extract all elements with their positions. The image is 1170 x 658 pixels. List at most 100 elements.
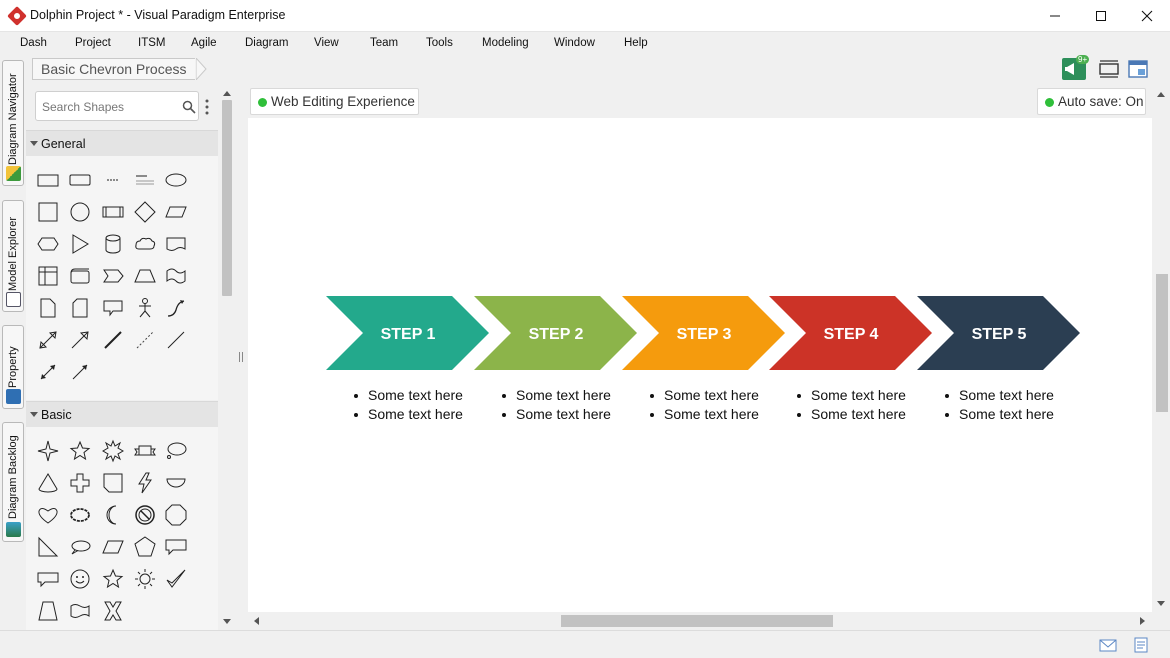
moon-shape-icon[interactable] [101, 503, 125, 527]
diagram-canvas[interactable]: STEP 1 STEP 2 STEP 3 STEP 4 STEP 5 Some … [248, 118, 1152, 612]
triangle-shape-icon[interactable] [68, 232, 92, 256]
menu-modeling[interactable]: Modeling [482, 37, 529, 49]
tab-model-explorer[interactable]: Model Explorer [2, 200, 24, 312]
step-3-text[interactable]: Some text here Some text here [644, 386, 784, 424]
thick-line-icon[interactable] [101, 328, 125, 352]
web-editing-chip[interactable]: Web Editing Experience [250, 88, 419, 115]
cross-shape-icon[interactable] [68, 471, 92, 495]
text-shape-icon[interactable] [101, 168, 125, 192]
step-5-chevron[interactable]: STEP 5 [917, 296, 1080, 370]
breadcrumb[interactable]: Basic Chevron Process [32, 58, 195, 80]
menu-agile[interactable]: Agile [191, 37, 217, 49]
panel-splitter[interactable] [234, 86, 248, 630]
no-symbol-icon[interactable] [133, 503, 157, 527]
menu-diagram[interactable]: Diagram [245, 37, 288, 49]
step-4-text[interactable]: Some text here Some text here [791, 386, 931, 424]
ribbon-shape-icon[interactable] [133, 439, 157, 463]
right-triangle-icon[interactable] [36, 535, 60, 559]
parallelogram-shape-icon[interactable] [164, 200, 188, 224]
lightning-bolt-icon[interactable] [133, 471, 157, 495]
search-shapes-input[interactable] [42, 98, 178, 116]
rect-callout-icon[interactable] [164, 535, 188, 559]
four-point-star-icon[interactable] [36, 439, 60, 463]
scrollbar-thumb[interactable] [1156, 274, 1168, 412]
trapezoid-shape-icon[interactable] [133, 264, 157, 288]
autosave-chip[interactable]: Auto save: On [1037, 88, 1146, 115]
notifications-button[interactable]: 9+ [1062, 55, 1090, 80]
step-2-chevron[interactable]: STEP 2 [474, 296, 637, 370]
line-callout-icon[interactable] [36, 567, 60, 591]
page-shape-icon[interactable] [36, 296, 60, 320]
menu-dash[interactable]: Dash [20, 37, 47, 49]
canvas-horizontal-scrollbar[interactable] [248, 612, 1152, 630]
scroll-up-icon[interactable] [1157, 92, 1165, 97]
step-1-chevron[interactable]: STEP 1 [326, 296, 489, 370]
cut-corner-shape-icon[interactable] [68, 296, 92, 320]
hexagon-shape-icon[interactable] [36, 232, 60, 256]
shapes-panel-scrollbar[interactable] [220, 86, 234, 630]
minimize-button[interactable] [1032, 0, 1078, 32]
callout-shape-icon[interactable] [101, 296, 125, 320]
star-shape-icon[interactable] [101, 567, 125, 591]
trapezoid-basic-icon[interactable] [36, 599, 60, 623]
process-shape-icon[interactable] [101, 200, 125, 224]
ellipse-shape-icon[interactable] [164, 168, 188, 192]
dashed-line-icon[interactable] [133, 328, 157, 352]
step-1-text[interactable]: Some text here Some text here [348, 386, 488, 424]
menu-view[interactable]: View [314, 37, 339, 49]
circle-shape-icon[interactable] [68, 200, 92, 224]
scrollbar-thumb[interactable] [561, 615, 833, 627]
scrollbar-thumb[interactable] [222, 100, 232, 296]
line-icon[interactable] [164, 328, 188, 352]
menu-tools[interactable]: Tools [426, 37, 453, 49]
notes-icon[interactable] [1132, 637, 1150, 653]
parallelogram-basic-icon[interactable] [101, 535, 125, 559]
burst-shape-icon[interactable] [101, 439, 125, 463]
menu-project[interactable]: Project [75, 37, 111, 49]
document-shape-icon[interactable] [164, 232, 188, 256]
tab-diagram-backlog[interactable]: Diagram Backlog [2, 422, 24, 542]
oval-callout-icon[interactable] [68, 535, 92, 559]
category-basic-header[interactable]: Basic [26, 401, 218, 427]
mail-icon[interactable] [1099, 637, 1117, 653]
half-circle-icon[interactable] [164, 471, 188, 495]
menu-help[interactable]: Help [624, 37, 648, 49]
menu-window[interactable]: Window [554, 37, 595, 49]
block-arrow-icon[interactable] [68, 328, 92, 352]
x-shape-icon[interactable] [101, 599, 125, 623]
double-arrow-icon[interactable] [36, 328, 60, 352]
heart-shape-icon[interactable] [36, 503, 60, 527]
table-shape-icon[interactable] [36, 264, 60, 288]
smiley-face-icon[interactable] [68, 567, 92, 591]
cone-shape-icon[interactable] [36, 471, 60, 495]
wavy-oval-icon[interactable] [68, 503, 92, 527]
rectangle-shape-icon[interactable] [36, 168, 60, 192]
menu-itsm[interactable]: ITSM [138, 37, 165, 49]
square-shape-icon[interactable] [36, 200, 60, 224]
fit-diagram-button[interactable] [1097, 58, 1121, 80]
speech-cloud-icon[interactable] [164, 439, 188, 463]
diamond-shape-icon[interactable] [133, 200, 157, 224]
chevron-shape-icon[interactable] [101, 264, 125, 288]
scroll-down-icon[interactable] [223, 619, 231, 624]
maximize-button[interactable] [1078, 0, 1124, 32]
step-3-chevron[interactable]: STEP 3 [622, 296, 785, 370]
close-button[interactable] [1124, 0, 1170, 32]
double-wave-icon[interactable] [68, 599, 92, 623]
tab-diagram-navigator[interactable]: Diagram Navigator [2, 60, 24, 186]
step-2-text[interactable]: Some text here Some text here [496, 386, 636, 424]
arrow-connector-icon[interactable] [68, 360, 92, 384]
cloud-shape-icon[interactable] [133, 232, 157, 256]
menu-team[interactable]: Team [370, 37, 398, 49]
heading-text-shape-icon[interactable] [133, 168, 157, 192]
actor-shape-icon[interactable] [133, 296, 157, 320]
panel-menu-icon[interactable] [205, 99, 209, 115]
cylinder-shape-icon[interactable] [101, 232, 125, 256]
diagram-overview-button[interactable] [1126, 58, 1150, 80]
folded-corner-icon[interactable] [101, 471, 125, 495]
octagon-shape-icon[interactable] [164, 503, 188, 527]
curve-connector-icon[interactable] [164, 296, 188, 320]
scroll-up-icon[interactable] [223, 91, 231, 96]
wave-shape-icon[interactable] [164, 264, 188, 288]
step-5-text[interactable]: Some text here Some text here [939, 386, 1079, 424]
